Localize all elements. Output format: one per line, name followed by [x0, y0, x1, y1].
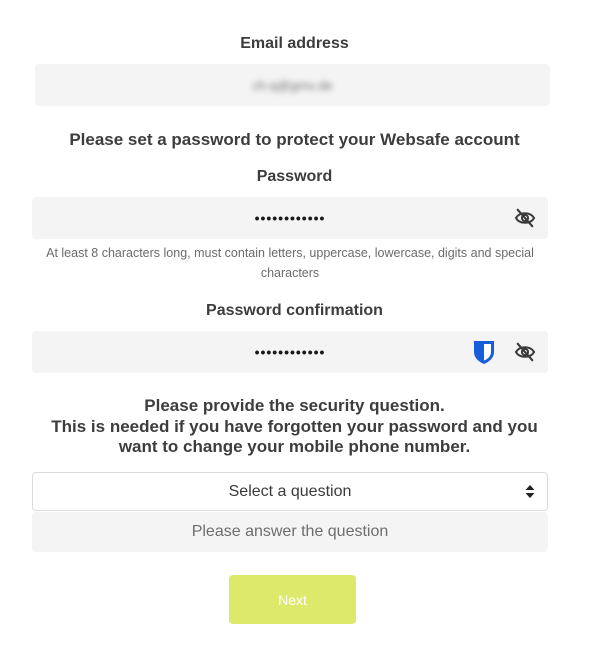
email-value: ch.q@gmx.de	[252, 77, 333, 93]
password-field[interactable]: ••••••••••••	[32, 197, 548, 239]
security-line-1: Please provide the security question.	[144, 396, 445, 415]
password-label: Password	[256, 168, 333, 185]
security-question-select-value: Select a question	[228, 482, 352, 500]
email-field[interactable]: ch.q@gmx.de	[35, 64, 550, 106]
eye-slash-icon[interactable]	[514, 208, 536, 228]
password-value: ••••••••••••	[254, 210, 326, 226]
security-line-3: want to change your mobile phone number.	[118, 437, 471, 456]
password-hint: At least 8 characters long, must contain…	[46, 246, 534, 280]
security-question-select[interactable]: Select a question	[32, 472, 548, 511]
security-line-2: This is needed if you have forgotten you…	[51, 416, 538, 436]
email-label: Email address	[240, 35, 349, 52]
password-confirmation-label: Password confirmation	[206, 302, 383, 319]
security-question-heading: Please provide the security question. Th…	[20, 396, 569, 458]
bitwarden-shield-icon[interactable]	[473, 340, 495, 365]
sort-arrows-icon	[525, 485, 535, 498]
next-button[interactable]: Next	[229, 575, 356, 624]
password-confirmation-value: ••••••••••••	[254, 344, 326, 360]
password-intro-heading: Please set a password to protect your We…	[69, 130, 520, 149]
password-confirmation-field[interactable]: ••••••••••••	[32, 331, 548, 373]
eye-slash-icon[interactable]	[514, 342, 536, 362]
security-answer-placeholder: Please answer the question	[191, 523, 389, 540]
security-answer-input[interactable]: Please answer the question	[32, 512, 548, 552]
